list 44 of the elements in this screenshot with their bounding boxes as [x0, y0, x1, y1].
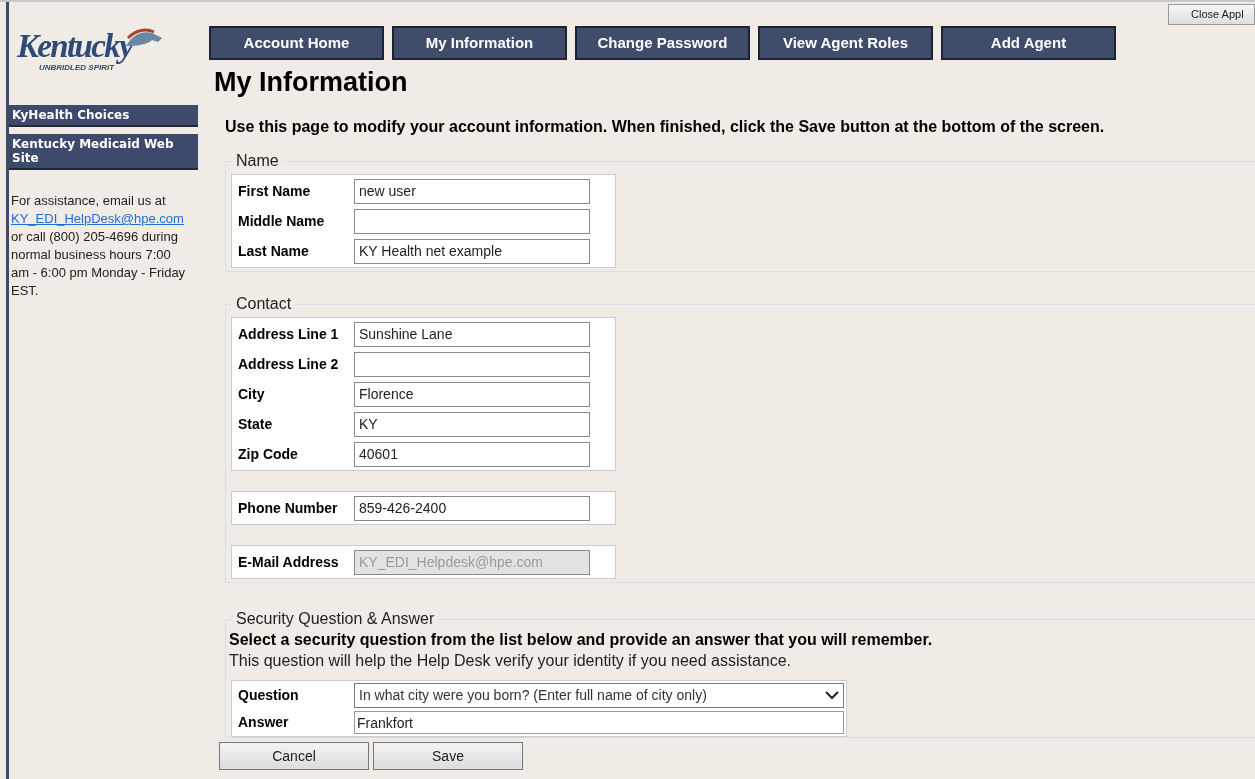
sidebar-link[interactable]: KyHealth Choices: [9, 105, 198, 127]
logo[interactable]: Kentucky UNBRIDLED SPIRIT: [17, 30, 182, 72]
field-label: State: [237, 414, 274, 434]
text-field[interactable]: 40601: [354, 441, 590, 467]
text-field[interactable]: KY Health net example: [354, 238, 590, 264]
field-label: Zip Code: [237, 444, 299, 464]
text-field[interactable]: KY: [354, 411, 590, 437]
instructions: Use this page to modify your account information. When finished, click the Save button at the bottom of the screen.: [225, 117, 1106, 137]
text-field[interactable]: Sunshine Lane: [354, 321, 590, 347]
text-field[interactable]: new user: [354, 178, 590, 204]
chevron-down-icon: [825, 691, 839, 700]
sidebar-link[interactable]: Kentucky Medicaid Web Site: [9, 134, 198, 170]
field-label: City: [237, 384, 266, 404]
text-field[interactable]: [354, 351, 590, 377]
close-button[interactable]: Close Appl: [1168, 4, 1255, 25]
text-field[interactable]: [354, 208, 590, 234]
answer-field[interactable]: Frankfort: [354, 711, 844, 734]
logo-tagline: UNBRIDLED SPIRIT: [39, 64, 115, 72]
question-dropdown[interactable]: In what city were you born? (Enter full name of city only): [354, 683, 844, 708]
field-label: Question: [237, 686, 300, 705]
email-link[interactable]: KY_EDI_HelpDesk@hpe.com: [11, 211, 184, 226]
text-field[interactable]: Florence: [354, 381, 590, 407]
nav-tab[interactable]: My Information: [392, 26, 567, 60]
section-legend: Security Question & Answer: [232, 610, 439, 628]
nav-tab[interactable]: Account Home: [209, 26, 384, 60]
text-field[interactable]: 859-426-2400: [354, 495, 590, 521]
field-label: Last Name: [237, 241, 310, 261]
nav-tab[interactable]: View Agent Roles: [758, 26, 933, 60]
field-label: E-Mail Address: [237, 552, 340, 572]
nav-tab[interactable]: Change Password: [575, 26, 750, 60]
nav-tab[interactable]: Add Agent: [941, 26, 1116, 60]
security-note: This question will help the Help Desk verify your identity if you need assistance.: [228, 651, 793, 671]
field-label: Address Line 2: [237, 354, 340, 374]
form-button[interactable]: Save: [373, 742, 523, 770]
field-label: Answer: [237, 713, 290, 732]
help-text: For assistance, email us at KY_EDI_HelpDesk@hpe.com or call (800) 205-4696 during normal business hours 7:00 am - 6:00 pm Monday - Friday EST.: [10, 192, 187, 300]
field-label: Middle Name: [237, 211, 326, 231]
logo-text: Kentucky: [17, 30, 133, 63]
field-label: First Name: [237, 181, 312, 201]
page-title: My Information: [214, 66, 409, 98]
security-heading: Select a security question from the list below and provide an answer that you will remember.: [228, 630, 934, 650]
form-button[interactable]: Cancel: [219, 742, 369, 770]
field-label: Address Line 1: [237, 324, 340, 344]
field-label: Phone Number: [237, 498, 339, 518]
